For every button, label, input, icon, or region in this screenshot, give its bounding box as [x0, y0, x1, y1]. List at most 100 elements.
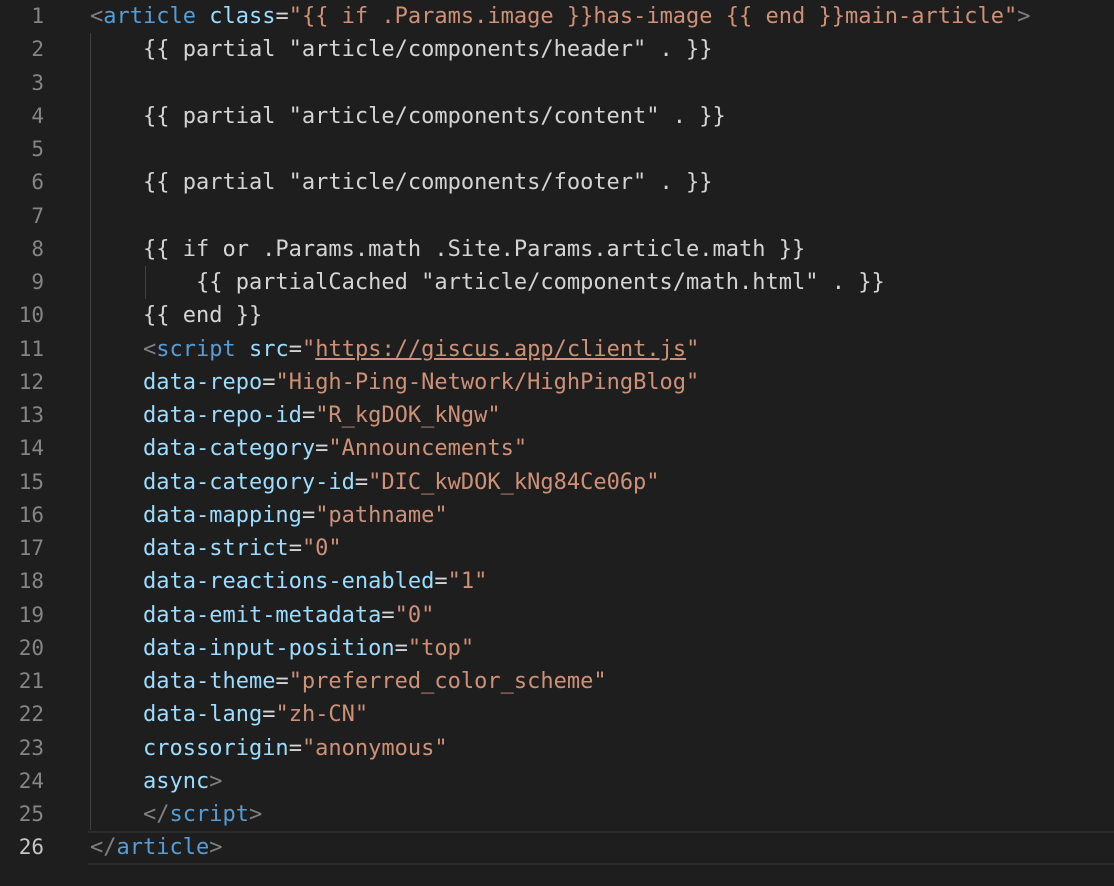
- code-line[interactable]: 17 data-strict="0": [0, 532, 1114, 565]
- code-line[interactable]: 2 {{ partial "article/components/header"…: [0, 33, 1114, 66]
- line-code[interactable]: data-reactions-enabled="1": [90, 565, 487, 598]
- code-line[interactable]: 15 data-category-id="DIC_kwDOK_kNg84Ce06…: [0, 466, 1114, 499]
- current-line-highlight: [88, 831, 1114, 865]
- code-line[interactable]: 7: [0, 200, 1114, 233]
- line-code[interactable]: {{ partialCached "article/components/mat…: [90, 266, 885, 299]
- code-token: script: [156, 336, 236, 362]
- line-number: 23: [18, 735, 44, 760]
- code-line[interactable]: 18 data-reactions-enabled="1": [0, 565, 1114, 598]
- code-token: data-category: [142, 436, 316, 462]
- code-line[interactable]: 25 </script>: [0, 798, 1114, 831]
- code-token: =: [288, 735, 302, 761]
- line-code[interactable]: data-repo-id="R_kgDOK_kNgw": [90, 399, 501, 432]
- code-token: src: [248, 336, 289, 362]
- line-number: 8: [31, 236, 44, 261]
- code-token: "0": [394, 602, 435, 628]
- code-line[interactable]: 26 </article>: [0, 831, 1114, 865]
- line-number: 25: [18, 802, 44, 826]
- code-token: =: [381, 602, 395, 628]
- code-line[interactable]: 1 <article class="{{ if .Params.image }}h…: [0, 0, 1114, 33]
- code-line[interactable]: 14 data-category="Announcements": [0, 432, 1114, 465]
- line-code[interactable]: data-repo="High-Ping-Network/HighPingBlo…: [90, 366, 699, 399]
- line-number: 3: [31, 70, 44, 95]
- code-token: article: [103, 4, 196, 29]
- code-token: script: [169, 802, 249, 827]
- line-code[interactable]: crossorigin="anonymous": [90, 732, 448, 765]
- code-line[interactable]: 5: [0, 133, 1114, 166]
- code-line[interactable]: 11 <script src="https://giscus.app/clien…: [0, 333, 1114, 366]
- line-code[interactable]: data-theme="preferred_color_scheme": [90, 665, 607, 698]
- code-token: =: [262, 702, 276, 728]
- code-line[interactable]: 9 {{ partialCached "article/components/m…: [0, 266, 1114, 299]
- line-code[interactable]: </script>: [90, 798, 262, 831]
- code-token: "pathname": [315, 502, 448, 528]
- line-code[interactable]: data-category-id="DIC_kwDOK_kNg84Ce06p": [90, 466, 660, 499]
- code-token: data-mapping: [142, 502, 302, 528]
- code-token: {{ partial "article/components/header" .…: [90, 37, 713, 63]
- code-token: "1": [447, 569, 488, 595]
- code-line[interactable]: 20 data-input-position="top": [0, 632, 1114, 665]
- code-editor[interactable]: 1 <article class="{{ if .Params.image }}h…: [0, 0, 1114, 886]
- code-token: data-reactions-enabled: [142, 569, 435, 595]
- line-number: 7: [31, 203, 44, 228]
- line-code[interactable]: data-category="Announcements": [90, 432, 527, 465]
- code-token: {{ partialCached "article/components/mat…: [90, 270, 885, 295]
- code-line[interactable]: 12 data-repo="High-Ping-Network/HighPing…: [0, 366, 1114, 399]
- code-line[interactable]: 22 data-lang="zh-CN": [0, 698, 1114, 731]
- line-code[interactable]: <article class="{{ if .Params.image }}ha…: [90, 0, 1030, 33]
- line-number: 4: [31, 103, 44, 128]
- code-token: data-theme: [142, 669, 276, 694]
- line-code[interactable]: data-lang="zh-CN": [90, 698, 368, 731]
- code-line[interactable]: 4 {{ partial "article/components/content…: [0, 100, 1114, 133]
- line-code[interactable]: {{ partial "article/components/content" …: [90, 100, 726, 133]
- line-code[interactable]: data-input-position="top": [90, 632, 474, 665]
- code-token: data-emit-metadata: [142, 602, 382, 628]
- line-code[interactable]: data-strict="0": [90, 532, 342, 565]
- line-code[interactable]: {{ if or .Params.math .Site.Params.artic…: [90, 233, 805, 266]
- code-token: data-strict: [142, 536, 289, 561]
- code-token: =: [354, 469, 369, 495]
- code-line[interactable]: 10 {{ end }}: [0, 299, 1114, 332]
- code-line[interactable]: 8 {{ if or .Params.math .Site.Params.art…: [0, 233, 1114, 266]
- code-token: data-lang: [142, 702, 263, 728]
- code-token: {{ end }}: [90, 303, 263, 329]
- line-code[interactable]: data-emit-metadata="0": [90, 599, 434, 632]
- code-line[interactable]: 19 data-emit-metadata="0": [0, 599, 1114, 632]
- code-line[interactable]: 21 data-theme="preferred_color_scheme": [0, 665, 1114, 698]
- code-token: =: [434, 569, 448, 595]
- line-code[interactable]: {{ partial "article/components/header" .…: [90, 33, 713, 66]
- line-code[interactable]: {{ end }}: [90, 299, 262, 332]
- code-token: >: [1017, 4, 1031, 29]
- line-number: 14: [18, 436, 44, 461]
- code-token: "0": [301, 536, 342, 561]
- code-line[interactable]: 24 async>: [0, 765, 1114, 798]
- code-line[interactable]: 6 {{ partial "article/components/footer"…: [0, 166, 1114, 199]
- code-line[interactable]: 13 data-repo-id="R_kgDOK_kNgw": [0, 399, 1114, 432]
- code-token: =: [262, 369, 276, 395]
- code-line[interactable]: 3: [0, 67, 1114, 100]
- line-code[interactable]: data-mapping="pathname": [90, 499, 448, 532]
- line-code[interactable]: </article>: [90, 831, 222, 864]
- code-token: "top": [407, 635, 475, 661]
- code-token: =: [301, 403, 316, 428]
- code-token: >: [209, 768, 223, 794]
- code-token: </: [142, 802, 170, 827]
- code-token[interactable]: https://giscus.app/client.js: [315, 337, 686, 362]
- line-code[interactable]: {{ partial "article/components/footer" .…: [90, 166, 713, 199]
- line-code[interactable]: <script src="https://giscus.app/client.j…: [90, 333, 699, 366]
- code-line[interactable]: 16 data-mapping="pathname": [0, 499, 1114, 532]
- line-number: 9: [31, 270, 44, 294]
- code-token: data-repo: [142, 369, 263, 395]
- line-code[interactable]: async>: [90, 765, 222, 798]
- line-number: 16: [18, 502, 44, 527]
- code-line[interactable]: 23 crossorigin="anonymous": [0, 732, 1114, 765]
